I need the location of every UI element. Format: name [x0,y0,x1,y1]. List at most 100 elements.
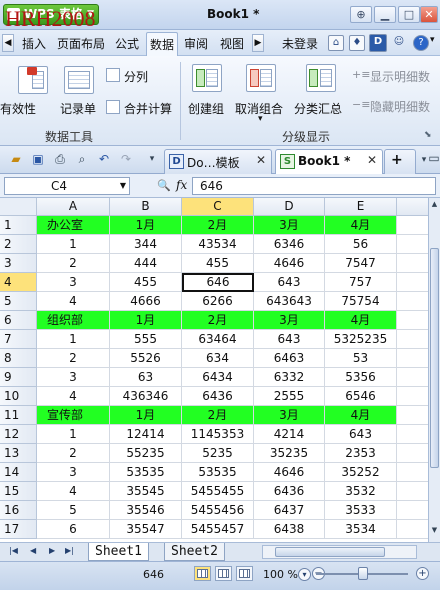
cell-a6[interactable]: 组织部 [37,311,110,330]
cell-d8[interactable]: 6463 [254,349,325,368]
cell-partial[interactable] [397,254,428,273]
cell-d17[interactable]: 6438 [254,520,325,539]
cell-c15[interactable]: 5455455 [182,482,254,501]
skin-button[interactable]: ⊕ [350,6,372,23]
row-header-2[interactable]: 2 [0,235,37,254]
cell-d12[interactable]: 4214 [254,425,325,444]
chevron-down-icon[interactable]: ▼ [120,178,126,194]
row-header-3[interactable]: 3 [0,254,37,273]
last-sheet-icon[interactable]: ▶| [65,546,74,555]
menu-data[interactable]: 数据 [146,32,179,56]
undo-icon[interactable]: ↶ [96,152,112,167]
cell-c10[interactable]: 6436 [182,387,254,406]
cell-e11[interactable]: 4月 [325,406,397,425]
avatar-icon[interactable]: ☺ [391,35,407,51]
cell-partial[interactable] [397,406,428,425]
next-sheet-icon[interactable]: ▶ [49,546,55,555]
row-header-15[interactable]: 15 [0,482,37,501]
row-header-8[interactable]: 8 [0,349,37,368]
subtotal-button[interactable]: 分类汇总 [294,100,342,117]
column-header-b[interactable]: B [110,198,182,216]
shirt-icon[interactable]: ♦ [349,35,365,51]
show-detail-button[interactable]: 显示明细数 [370,68,430,85]
cell-partial[interactable] [397,444,428,463]
cell-c16[interactable]: 5455456 [182,501,254,520]
validity-button[interactable]: 有效性 [0,100,36,117]
cell-d14[interactable]: 4646 [254,463,325,482]
cell-c12[interactable]: 1145353 [182,425,254,444]
cell-a8[interactable]: 2 [37,349,110,368]
cell-e10[interactable]: 6546 [325,387,397,406]
column-header-a[interactable]: A [37,198,110,216]
cell-a5[interactable]: 4 [37,292,110,311]
cell-b4[interactable]: 455 [110,273,182,292]
cell-a14[interactable]: 3 [37,463,110,482]
row-header-7[interactable]: 7 [0,330,37,349]
docer-icon[interactable]: D [369,34,387,52]
scroll-right-icon[interactable]: ▶ [252,34,264,52]
row-header-6[interactable]: 6 [0,311,37,330]
cell-b11[interactable]: 1月 [110,406,182,425]
redo-icon[interactable]: ↷ [118,152,134,167]
cell-a9[interactable]: 3 [37,368,110,387]
cell-c8[interactable]: 634 [182,349,254,368]
sheet-tab-sheet2[interactable]: Sheet2 [164,543,225,561]
window-list-icon[interactable]: ▭ [426,151,440,166]
cell-e9[interactable]: 5356 [325,368,397,387]
cell-c6[interactable]: 2月 [182,311,254,330]
cell-d3[interactable]: 4646 [254,254,325,273]
cell-d13[interactable]: 35235 [254,444,325,463]
cell-partial[interactable] [397,368,428,387]
cell-b14[interactable]: 53535 [110,463,182,482]
vertical-scrollbar[interactable]: ▲ ▼ [428,198,440,542]
zoom-level[interactable]: 100 % [263,568,298,581]
save-icon[interactable]: ▣ [30,152,46,167]
row-header-1[interactable]: 1 [0,216,37,235]
menu-review[interactable]: 审阅 [184,35,208,52]
cell-d11[interactable]: 3月 [254,406,325,425]
cell-b15[interactable]: 35545 [110,482,182,501]
horizontal-scrollbar[interactable] [262,545,417,559]
row-header-12[interactable]: 12 [0,425,37,444]
row-header-10[interactable]: 10 [0,387,37,406]
cell-partial[interactable] [397,425,428,444]
account-status[interactable]: 未登录 [282,35,318,52]
cell-b1[interactable]: 1月 [110,216,182,235]
close-window-button[interactable]: ✕ [420,6,438,23]
cell-e8[interactable]: 53 [325,349,397,368]
cell-partial[interactable] [397,387,428,406]
cell-e4[interactable]: 757 [325,273,397,292]
row-header-14[interactable]: 14 [0,463,37,482]
tab-docer-template[interactable]: D Do…模板 ✕ [164,149,272,174]
chevron-down-icon[interactable]: ▾ [430,35,435,45]
cell-b8[interactable]: 5526 [110,349,182,368]
formula-input[interactable]: 646 [192,177,436,195]
column-header-c[interactable]: C [182,198,254,216]
open-folder-icon[interactable]: ▰ [8,152,24,167]
cell-b3[interactable]: 444 [110,254,182,273]
row-header-16[interactable]: 16 [0,501,37,520]
cell-a17[interactable]: 6 [37,520,110,539]
cell-a1[interactable]: 办公室 [37,216,110,235]
column-header-d[interactable]: D [254,198,325,216]
normal-view-button[interactable] [194,566,211,581]
cell-c13[interactable]: 5235 [182,444,254,463]
cell-partial[interactable] [397,330,428,349]
cell-partial[interactable] [397,463,428,482]
cell-b12[interactable]: 12414 [110,425,182,444]
column-header-partial[interactable] [397,198,428,216]
dialog-launcher-icon[interactable]: ⬊ [424,130,432,140]
cell-c7[interactable]: 63464 [182,330,254,349]
cell-d4[interactable]: 643 [254,273,325,292]
cell-c1[interactable]: 2月 [182,216,254,235]
cell-b5[interactable]: 4666 [110,292,182,311]
name-box[interactable]: C4 ▼ [4,177,130,195]
split-columns-button[interactable]: 分列 [124,68,148,85]
cell-e3[interactable]: 7547 [325,254,397,273]
cell-b13[interactable]: 55235 [110,444,182,463]
cell-partial[interactable] [397,292,428,311]
select-all-corner[interactable] [0,198,37,216]
close-tab-icon[interactable]: ✕ [256,153,266,167]
zoom-slider-knob[interactable] [358,567,368,580]
cell-a12[interactable]: 1 [37,425,110,444]
